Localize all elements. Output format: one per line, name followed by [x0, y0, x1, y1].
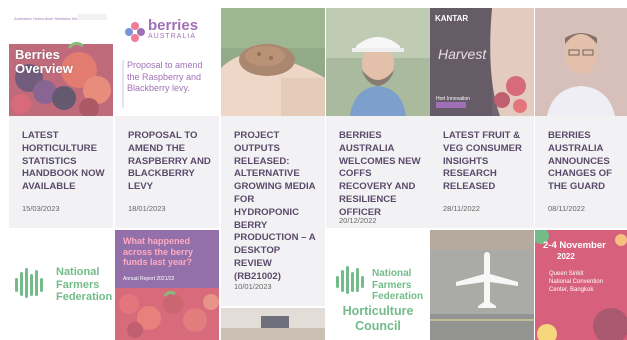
news-card-title[interactable]: LATEST HORTICULTURE STATISTICS HANDBOOK …	[22, 130, 107, 194]
news-card-meeting[interactable]	[221, 308, 325, 340]
news-card-date: 18/01/2023	[128, 204, 166, 213]
brand-name-top: berries	[148, 17, 199, 34]
hort-council-nff-text: National Farmers Federation	[372, 268, 424, 302]
annual-report-subtitle: Annual Report 2021/22	[123, 276, 175, 282]
hort-council-title: Horticulture Council	[342, 304, 414, 333]
card-thumbnail[interactable]: KANTAR Harvest Hort Innovation	[430, 8, 534, 116]
news-card-date: 20/12/2022	[339, 216, 377, 225]
news-grid: Australian Horticulture Statistics Handb…	[9, 8, 627, 340]
recovery-officer-photo	[326, 8, 430, 116]
card-thumbnail[interactable]: Australian Horticulture Statistics Handb…	[9, 8, 113, 116]
news-card-title[interactable]: BERRIES AUSTRALIA ANNOUNCES CHANGES OF T…	[548, 130, 621, 194]
card-thumbnail[interactable]	[221, 8, 325, 116]
event-dates: 2-4 November	[543, 240, 606, 251]
growing-media-hand-photo	[221, 8, 325, 116]
event-year: 2022	[557, 252, 575, 261]
proposal-cover-title: Proposal to amend the Raspberry and Blac…	[127, 60, 203, 93]
news-card-airport[interactable]	[430, 230, 534, 340]
hort-innovation-label: Hort Innovation	[436, 96, 470, 102]
card-thumbnail[interactable]: berries AUSTRALIA Proposal to amend the …	[115, 8, 219, 116]
news-card-title[interactable]: BERRIES AUSTRALIA WELCOMES NEW COFFS REC…	[339, 130, 424, 220]
card-thumbnail[interactable]	[326, 8, 430, 116]
news-card[interactable]: PROJECT OUTPUTS RELEASED: ALTERNATIVE GR…	[221, 8, 325, 306]
news-card[interactable]: Australian Horticulture Statistics Handb…	[9, 8, 113, 228]
airport-aerial-photo	[430, 230, 534, 340]
news-card[interactable]: BERRIES AUSTRALIA ANNOUNCES CHANGES OF T…	[535, 8, 627, 228]
annual-report-headline: What happened across the berry funds las…	[123, 236, 194, 267]
kantar-brand: KANTAR	[435, 14, 469, 23]
news-card-date: 15/03/2023	[22, 204, 60, 213]
guard-change-portrait	[535, 8, 627, 116]
news-card-title[interactable]: PROPOSAL TO AMEND THE RASPBERRY AND BLAC…	[128, 130, 213, 194]
news-card-date: 08/11/2022	[548, 204, 585, 213]
news-card-title[interactable]: LATEST FRUIT & VEG CONSUMER INSIGHTS RES…	[443, 130, 528, 194]
meeting-photo	[221, 308, 325, 340]
news-card-title[interactable]: PROJECT OUTPUTS RELEASED: ALTERNATIVE GR…	[234, 130, 319, 284]
news-card[interactable]: BERRIES AUSTRALIA WELCOMES NEW COFFS REC…	[326, 8, 430, 228]
card-thumbnail[interactable]	[535, 8, 627, 116]
event-venue: Queen Sirikit National Convention Center…	[549, 271, 604, 293]
news-card-annual-report[interactable]: What happened across the berry funds las…	[115, 230, 219, 340]
report-cover-title: Harvest	[438, 46, 487, 62]
handbook-cover-title: Berries Overview	[15, 47, 73, 76]
news-card-nff[interactable]: National Farmers Federation	[9, 230, 113, 340]
news-card[interactable]: berries AUSTRALIA Proposal to amend the …	[115, 8, 219, 228]
nff-logo-text: National Farmers Federation	[56, 266, 113, 303]
news-card[interactable]: KANTAR Harvest Hort Innovation LATEST FR…	[430, 8, 534, 228]
news-card-event[interactable]: 2-4 November 2022 Queen Sirikit National…	[535, 230, 627, 340]
news-card-date: 10/01/2023	[234, 282, 272, 291]
brand-name-bottom: AUSTRALIA	[148, 33, 196, 40]
news-card-hort-council[interactable]: National Farmers Federation Horticulture…	[326, 240, 430, 340]
news-card-date: 28/11/2022	[443, 204, 480, 213]
